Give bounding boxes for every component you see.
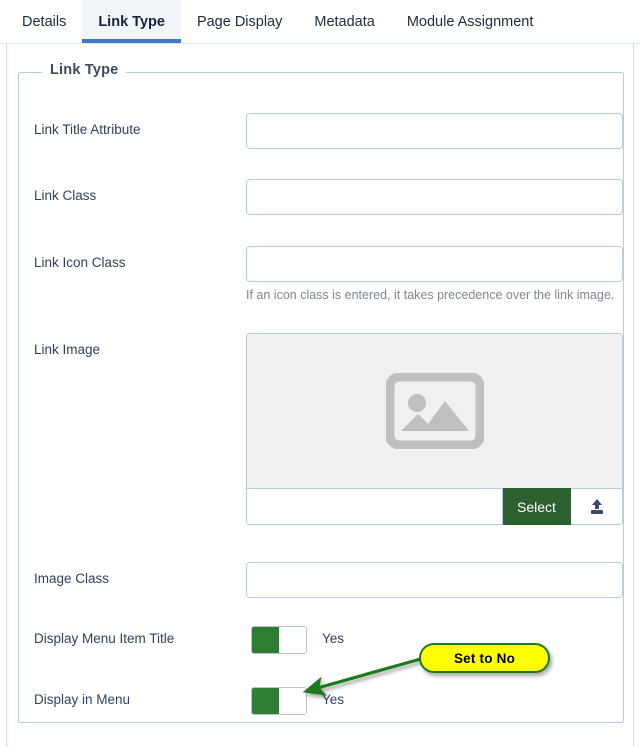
label-link-class: Link Class <box>34 188 97 203</box>
tab-label: Details <box>22 13 67 30</box>
row-link-image: Link Image Select <box>19 333 623 525</box>
label-display-menu-item-title: Display Menu Item Title <box>34 631 175 646</box>
tab-label: Metadata <box>314 13 375 30</box>
label-image-class: Image Class <box>34 571 110 586</box>
image-placeholder-icon <box>385 373 484 449</box>
tab-module-assignment[interactable]: Module Assignment <box>391 0 550 43</box>
row-link-title-attribute: Link Title Attribute <box>19 113 623 149</box>
link-icon-class-input[interactable] <box>246 246 623 282</box>
display-in-menu-toggle[interactable] <box>251 687 307 715</box>
tab-label: Link Type <box>98 13 165 30</box>
upload-image-button[interactable] <box>571 488 623 525</box>
image-class-input[interactable] <box>246 562 623 598</box>
tab-label: Module Assignment <box>406 13 534 30</box>
toggle-on-fill <box>252 627 279 653</box>
tab-metadata[interactable]: Metadata <box>298 0 390 43</box>
upload-icon <box>590 498 603 514</box>
annotation-callout: Set to No <box>419 643 550 673</box>
annotation-callout-text: Set to No <box>453 650 516 666</box>
link-title-attribute-input[interactable] <box>246 113 623 149</box>
fieldset-legend: Link Type <box>42 62 127 78</box>
link-image-preview <box>246 333 623 488</box>
display-in-menu-state: Yes <box>322 692 345 707</box>
tab-details[interactable]: Details <box>6 0 82 43</box>
display-menu-item-title-state: Yes <box>322 631 345 646</box>
row-image-class: Image Class <box>19 562 623 598</box>
label-link-image: Link Image <box>34 342 101 357</box>
row-link-class: Link Class <box>19 179 623 215</box>
link-image-path-input[interactable] <box>246 488 503 525</box>
label-link-title-attribute: Link Title Attribute <box>34 122 141 137</box>
row-display-in-menu: Display in Menu Yes <box>19 687 623 715</box>
link-icon-class-help-text: If an icon class is entered, it takes pr… <box>246 288 615 302</box>
tab-panel-link-type: Link Type Link Title Attribute Link Clas… <box>6 44 634 747</box>
link-class-input[interactable] <box>246 179 623 215</box>
display-menu-item-title-toggle[interactable] <box>251 626 307 654</box>
tab-bar: Details Link Type Page Display Metadata … <box>0 0 640 44</box>
select-button-label: Select <box>517 498 556 515</box>
select-image-button[interactable]: Select <box>503 488 571 525</box>
tab-label: Page Display <box>196 13 283 30</box>
tab-page-display[interactable]: Page Display <box>181 0 298 43</box>
label-link-icon-class: Link Icon Class <box>34 255 126 270</box>
tab-link-type[interactable]: Link Type <box>82 0 181 43</box>
row-link-icon-class: Link Icon Class If an icon class is ente… <box>19 246 623 302</box>
toggle-on-fill <box>252 688 279 714</box>
label-display-in-menu: Display in Menu <box>34 692 131 707</box>
link-image-picker-row: Select <box>246 488 623 525</box>
link-type-fieldset: Link Type Link Title Attribute Link Clas… <box>18 62 624 723</box>
